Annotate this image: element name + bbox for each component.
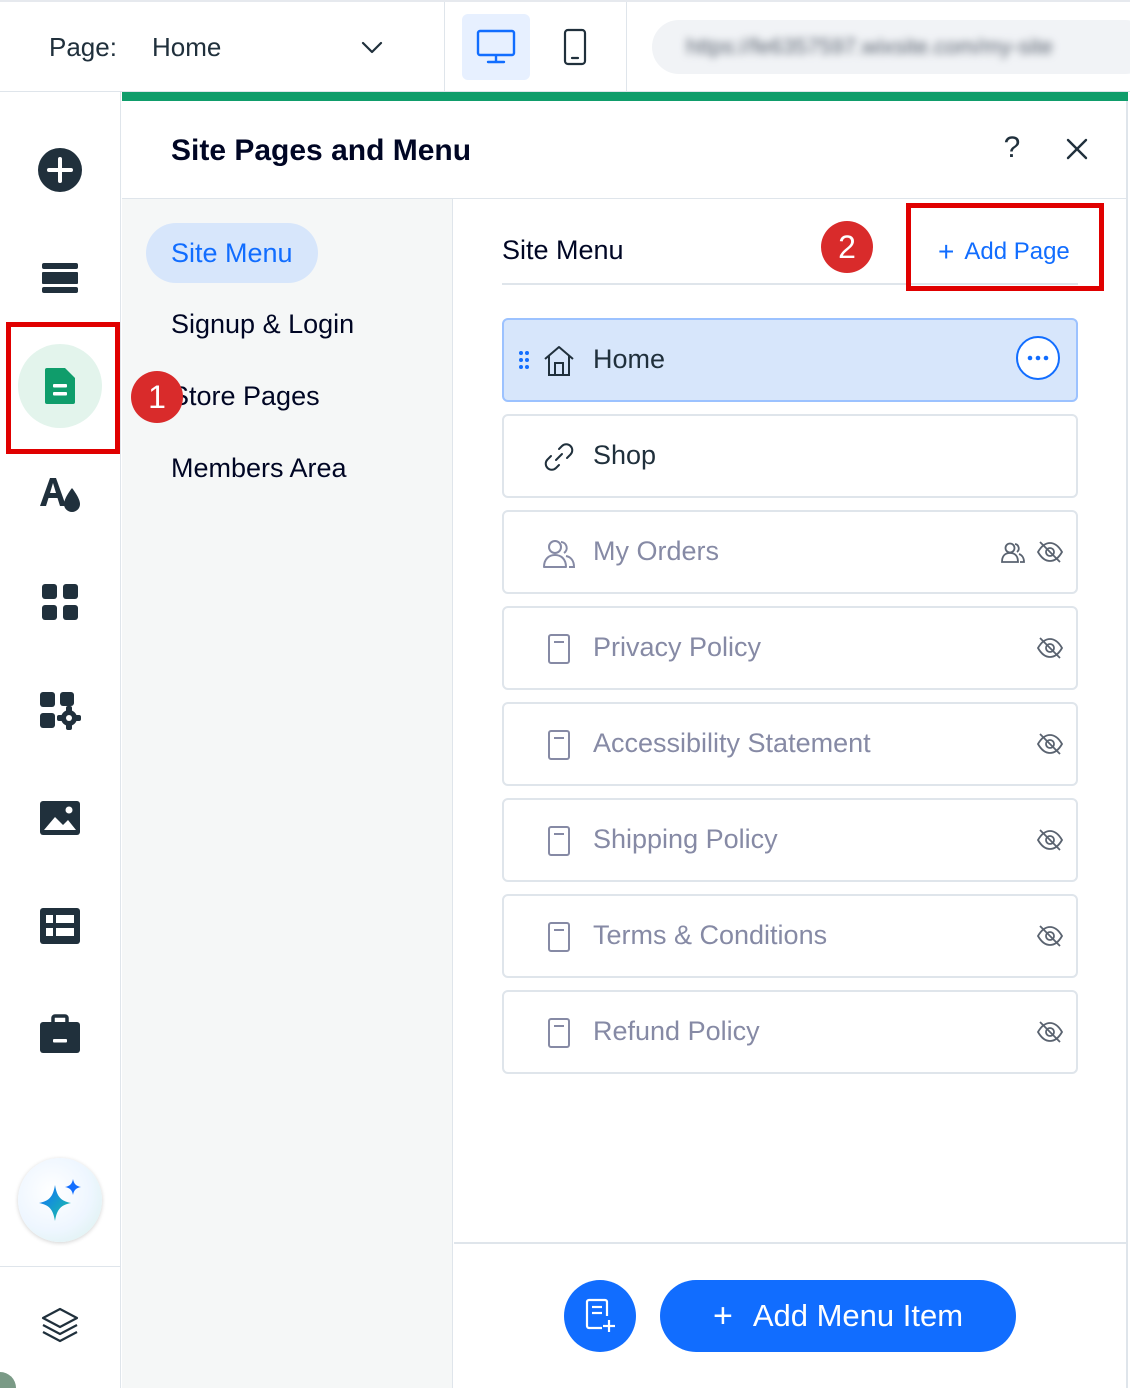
desktop-icon bbox=[476, 29, 516, 64]
close-icon[interactable] bbox=[1062, 132, 1092, 166]
page-label: Shipping Policy bbox=[593, 824, 778, 854]
plus-circle-icon bbox=[38, 148, 82, 192]
add-menu-item-button[interactable]: + Add Menu Item bbox=[660, 1280, 1016, 1352]
sparkle-icon bbox=[39, 1179, 81, 1221]
members-icon bbox=[543, 540, 576, 568]
page-label: Home bbox=[593, 344, 666, 374]
page-icon bbox=[548, 634, 570, 664]
page-selector-label: Page: bbox=[49, 32, 117, 62]
chevron-down-icon[interactable] bbox=[358, 34, 386, 62]
page-row-my-orders[interactable]: My Orders bbox=[502, 510, 1078, 594]
page-icon bbox=[548, 826, 570, 856]
editor-top-bar: Page: Home https://fe6357597.wixsite.com… bbox=[0, 0, 1130, 92]
hidden-eye-icon[interactable] bbox=[1036, 828, 1064, 852]
divider bbox=[626, 2, 627, 92]
site-url-text: https://fe6357597.wixsite.com/my-site bbox=[686, 34, 1053, 59]
more-dots-icon bbox=[1027, 355, 1049, 361]
hidden-eye-icon[interactable] bbox=[1036, 924, 1064, 948]
site-url-bar[interactable]: https://fe6357597.wixsite.com/my-site bbox=[652, 20, 1130, 74]
image-icon bbox=[40, 801, 80, 835]
page-row-shipping-policy[interactable]: Shipping Policy bbox=[502, 798, 1078, 882]
page-row-refund-policy[interactable]: Refund Policy bbox=[502, 990, 1078, 1074]
category-members-area[interactable]: Members Area bbox=[171, 453, 347, 484]
divider bbox=[1126, 101, 1128, 1388]
highlight-box-add-page bbox=[906, 203, 1104, 291]
page-label: Terms & Conditions bbox=[593, 920, 828, 950]
help-button[interactable]: ? bbox=[994, 128, 1030, 168]
apps-grid-icon bbox=[42, 584, 78, 620]
hidden-eye-icon[interactable] bbox=[1036, 636, 1064, 660]
layers-icon bbox=[41, 1307, 79, 1343]
mobile-view-button[interactable] bbox=[552, 14, 598, 80]
add-page-icon bbox=[585, 1298, 615, 1332]
link-icon bbox=[544, 443, 574, 471]
page-label: Shop bbox=[593, 440, 657, 470]
left-tool-rail bbox=[0, 92, 121, 1388]
apps-settings-icon bbox=[40, 692, 81, 730]
panel-title: Site Pages and Menu bbox=[171, 134, 472, 167]
layers-button[interactable] bbox=[18, 1284, 102, 1368]
cms-button[interactable] bbox=[18, 884, 102, 968]
drag-handle-icon[interactable] bbox=[518, 350, 530, 370]
typography-color-icon bbox=[40, 478, 80, 512]
list-title: Site Menu bbox=[502, 235, 624, 265]
page-selector-value[interactable]: Home bbox=[152, 32, 221, 63]
divider bbox=[444, 2, 445, 92]
divider bbox=[0, 1266, 120, 1267]
add-page-icon-button[interactable] bbox=[564, 1280, 636, 1352]
ai-assistant-button[interactable] bbox=[18, 1158, 102, 1242]
more-actions-button[interactable] bbox=[1016, 336, 1060, 380]
hidden-eye-icon[interactable] bbox=[1036, 1020, 1064, 1044]
home-icon bbox=[544, 346, 574, 376]
divider bbox=[454, 1242, 1126, 1244]
add-menu-item-label: Add Menu Item bbox=[752, 1298, 964, 1333]
category-store-pages[interactable]: Store Pages bbox=[171, 381, 320, 412]
media-button[interactable] bbox=[18, 776, 102, 860]
plus-icon: + bbox=[712, 1296, 733, 1335]
add-apps-button[interactable] bbox=[18, 668, 102, 752]
table-icon bbox=[40, 908, 80, 944]
members-only-icon bbox=[1001, 542, 1025, 563]
add-elements-button[interactable] bbox=[18, 128, 102, 212]
category-signup-login[interactable]: Signup & Login bbox=[171, 309, 354, 340]
panel-accent-bar bbox=[122, 92, 1128, 101]
page-label: Refund Policy bbox=[593, 1016, 760, 1046]
page-row-terms-conditions[interactable]: Terms & Conditions bbox=[502, 894, 1078, 978]
apps-button[interactable] bbox=[18, 560, 102, 644]
sections-button[interactable] bbox=[18, 236, 102, 320]
step-badge-2: 2 bbox=[821, 221, 873, 273]
step-badge-1: 1 bbox=[131, 371, 183, 423]
mobile-icon bbox=[563, 28, 587, 66]
sections-icon bbox=[42, 263, 78, 293]
page-label: Privacy Policy bbox=[593, 632, 762, 662]
page-icon bbox=[548, 922, 570, 952]
site-design-button[interactable] bbox=[18, 452, 102, 536]
page-row-shop[interactable]: Shop bbox=[502, 414, 1078, 498]
page-row-accessibility-statement[interactable]: Accessibility Statement bbox=[502, 702, 1078, 786]
hidden-eye-icon[interactable] bbox=[1036, 732, 1064, 756]
category-site-menu[interactable]: Site Menu bbox=[146, 223, 318, 283]
briefcase-icon bbox=[40, 1014, 80, 1053]
desktop-view-button[interactable] bbox=[462, 14, 530, 80]
page-row-privacy-policy[interactable]: Privacy Policy bbox=[502, 606, 1078, 690]
page-row-home[interactable]: Home bbox=[502, 318, 1078, 402]
hidden-eye-icon[interactable] bbox=[1036, 540, 1064, 564]
highlight-box-pages bbox=[6, 322, 120, 454]
page-icon bbox=[548, 730, 570, 760]
business-button[interactable] bbox=[18, 992, 102, 1076]
page-label: Accessibility Statement bbox=[593, 728, 871, 758]
page-label: My Orders bbox=[593, 536, 720, 566]
page-icon bbox=[548, 1018, 570, 1048]
